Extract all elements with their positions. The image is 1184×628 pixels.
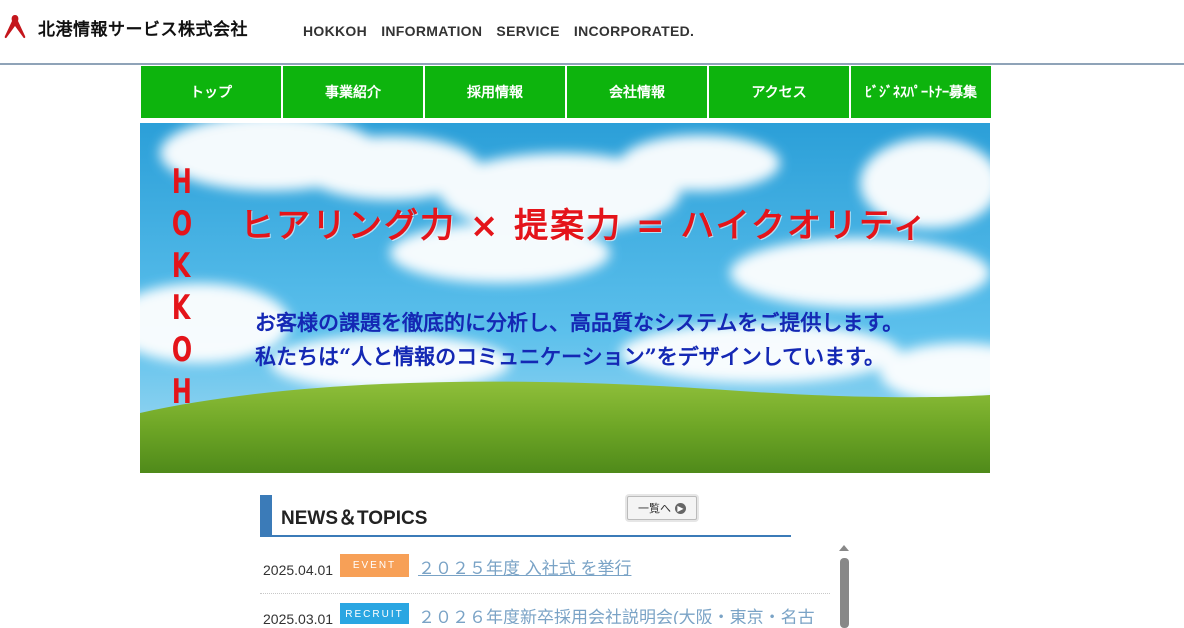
hero-message-line-2: 私たちは“人と情報のコミュニケーション”をデザインしています。 [255, 344, 886, 369]
news-link[interactable]: ２０２６年度新卒採用会社説明会(大阪・東京・名古 [418, 603, 815, 624]
hero-vertical-brand: HOKKOH [171, 162, 193, 412]
news-category-badge: EVENT [340, 554, 409, 577]
news-link[interactable]: ２０２５年度 入社式 を挙行 [418, 554, 631, 579]
list-item: 2025.04.01 EVENT ２０２５年度 入社式 を挙行 [260, 545, 830, 594]
list-item: 2025.03.01 RECRUIT ２０２６年度新卒採用会社説明会(大阪・東京… [260, 594, 830, 624]
logo-mark-icon [4, 15, 26, 39]
hero-background [140, 123, 990, 473]
nav-item-top[interactable]: トップ [141, 66, 281, 118]
nav-item-access[interactable]: アクセス [709, 66, 849, 118]
nav-item-company[interactable]: 会社情報 [567, 66, 707, 118]
scroll-up-arrow[interactable] [839, 545, 849, 551]
news-date: 2025.03.01 [263, 611, 334, 624]
news-section-header: NEWS＆TOPICS [260, 495, 791, 537]
site-header: 北港情報サービス株式会社 HOKKOH INFORMATION SERVICE … [0, 0, 1184, 63]
news-header-underline [260, 535, 791, 537]
nav-item-business[interactable]: 事業紹介 [283, 66, 423, 118]
company-english-name: HOKKOH INFORMATION SERVICE INCORPORATED. [303, 23, 695, 39]
company-logo[interactable]: 北港情報サービス株式会社 [0, 12, 248, 42]
hero-tagline: ヒアリング力 × 提案力 = ハイクオリティ [240, 206, 929, 246]
main-nav: トップ 事業紹介 採用情報 会社情報 アクセス ﾋﾞｼﾞﾈｽﾊﾟｰﾄﾅｰ募集 [141, 66, 991, 118]
news-list: 2025.04.01 EVENT ２０２５年度 入社式 を挙行 2025.03.… [260, 545, 830, 624]
header-divider [0, 63, 1184, 65]
news-more-button[interactable]: 一覧へ ▶ [627, 496, 697, 520]
news-date: 2025.04.01 [263, 562, 334, 578]
news-scrollbar-thumb[interactable] [840, 558, 849, 628]
nav-item-partner[interactable]: ﾋﾞｼﾞﾈｽﾊﾟｰﾄﾅｰ募集 [851, 66, 991, 118]
nav-item-recruit[interactable]: 採用情報 [425, 66, 565, 118]
news-category-badge: RECRUIT [340, 603, 409, 624]
news-header-bar [260, 495, 272, 537]
news-title: NEWS＆TOPICS [281, 508, 428, 529]
company-name: 北港情報サービス株式会社 [38, 19, 248, 39]
news-more-label: 一覧へ [638, 503, 671, 515]
arrow-right-icon: ▶ [675, 502, 686, 514]
hero-message-line-1: お客様の課題を徹底的に分析し、高品質なシステムをご提供します。 [255, 310, 904, 335]
hero-banner: HOKKOH ヒアリング力 × 提案力 = ハイクオリティ お客様の課題を徹底的… [140, 123, 990, 473]
